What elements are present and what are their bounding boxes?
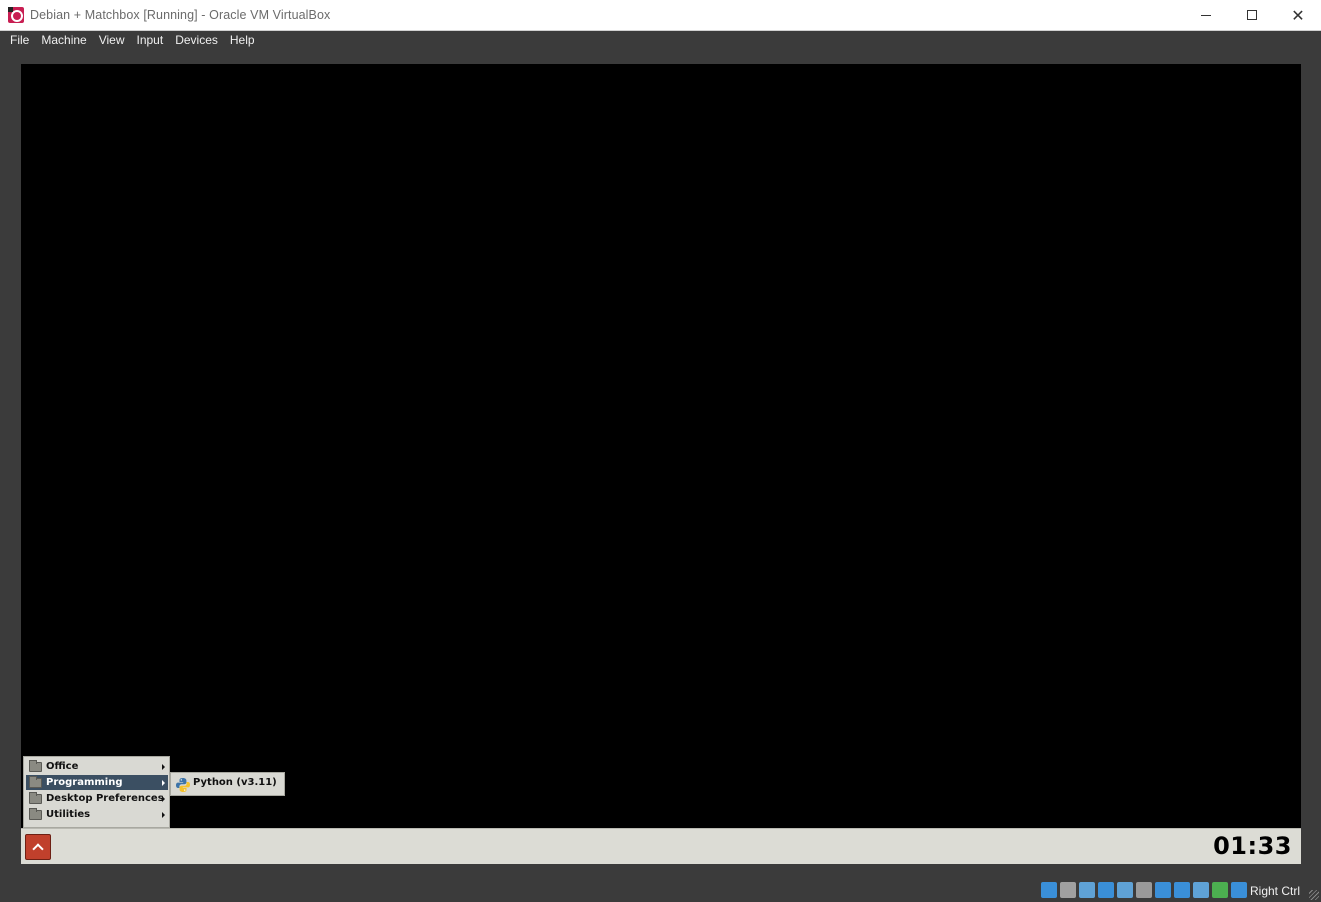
python-icon: [176, 778, 190, 792]
folder-icon: [29, 808, 42, 820]
maximize-button[interactable]: [1229, 0, 1275, 30]
menu-view[interactable]: View: [93, 31, 131, 50]
submenu-arrow-icon: [162, 764, 165, 770]
menu-file[interactable]: File: [4, 31, 35, 50]
resize-grip-icon[interactable]: [1309, 890, 1319, 900]
submenu-item-python[interactable]: Python (v3.11): [171, 773, 284, 795]
start-menu-item-label: Office: [46, 761, 79, 772]
start-menu-item-label: Programming: [46, 777, 123, 788]
submenu-item-label: Python (v3.11): [193, 777, 277, 788]
host-key-label[interactable]: Right Ctrl: [1250, 884, 1300, 898]
vt-x-icon[interactable]: [1193, 882, 1209, 898]
status-indicators: [1041, 882, 1250, 898]
status-bar: Right Ctrl: [0, 878, 1321, 902]
start-menu-item-label: Utilities: [46, 809, 91, 820]
vm-display[interactable]: Office Programming Desktop Preferences U…: [21, 64, 1301, 864]
recording-icon[interactable]: [1174, 882, 1190, 898]
close-icon: ✕: [1291, 5, 1305, 25]
optical-drive-icon[interactable]: [1060, 882, 1076, 898]
minimize-icon: [1201, 14, 1211, 16]
menu-input[interactable]: Input: [131, 31, 170, 50]
shared-folders-icon[interactable]: [1136, 882, 1152, 898]
maximize-icon: [1247, 10, 1257, 20]
audio-icon[interactable]: [1079, 882, 1095, 898]
start-menu-item-label: Desktop Preferences: [46, 793, 164, 804]
folder-icon: [29, 760, 42, 772]
guest-additions-icon[interactable]: [1212, 882, 1228, 898]
start-menu-button[interactable]: [25, 834, 51, 860]
start-menu-item-office[interactable]: Office: [26, 759, 168, 774]
window-title: Debian + Matchbox [Running] - Oracle VM …: [30, 8, 331, 22]
menu-bar: File Machine View Input Devices Help: [0, 31, 1321, 50]
start-menu-item-programming[interactable]: Programming: [26, 775, 168, 790]
network-icon[interactable]: [1098, 882, 1114, 898]
menu-machine[interactable]: Machine: [35, 31, 92, 50]
mouse-integration-icon[interactable]: [1231, 882, 1247, 898]
folder-icon: [29, 792, 42, 804]
folder-icon: [29, 776, 42, 788]
guest-desktop[interactable]: [21, 64, 1301, 828]
hard-disk-icon[interactable]: [1041, 882, 1057, 898]
menu-devices[interactable]: Devices: [169, 31, 224, 50]
matchbox-panel: 01:33: [21, 828, 1301, 864]
submenu-arrow-icon: [162, 780, 165, 786]
submenu-arrow-icon: [162, 812, 165, 818]
start-menu-item-utilities[interactable]: Utilities: [26, 807, 168, 822]
start-menu-item-desktop-preferences[interactable]: Desktop Preferences: [26, 791, 168, 806]
display-icon[interactable]: [1155, 882, 1171, 898]
programming-submenu: Python (v3.11): [170, 772, 285, 796]
virtualbox-app-icon: [8, 7, 24, 23]
minimize-button[interactable]: [1183, 0, 1229, 30]
submenu-arrow-icon: [162, 796, 165, 802]
menu-help[interactable]: Help: [224, 31, 261, 50]
panel-clock: 01:33: [1213, 832, 1292, 860]
title-bar: Debian + Matchbox [Running] - Oracle VM …: [0, 0, 1321, 31]
close-button[interactable]: ✕: [1275, 0, 1321, 30]
start-menu: Office Programming Desktop Preferences U…: [23, 756, 170, 828]
usb-icon[interactable]: [1117, 882, 1133, 898]
